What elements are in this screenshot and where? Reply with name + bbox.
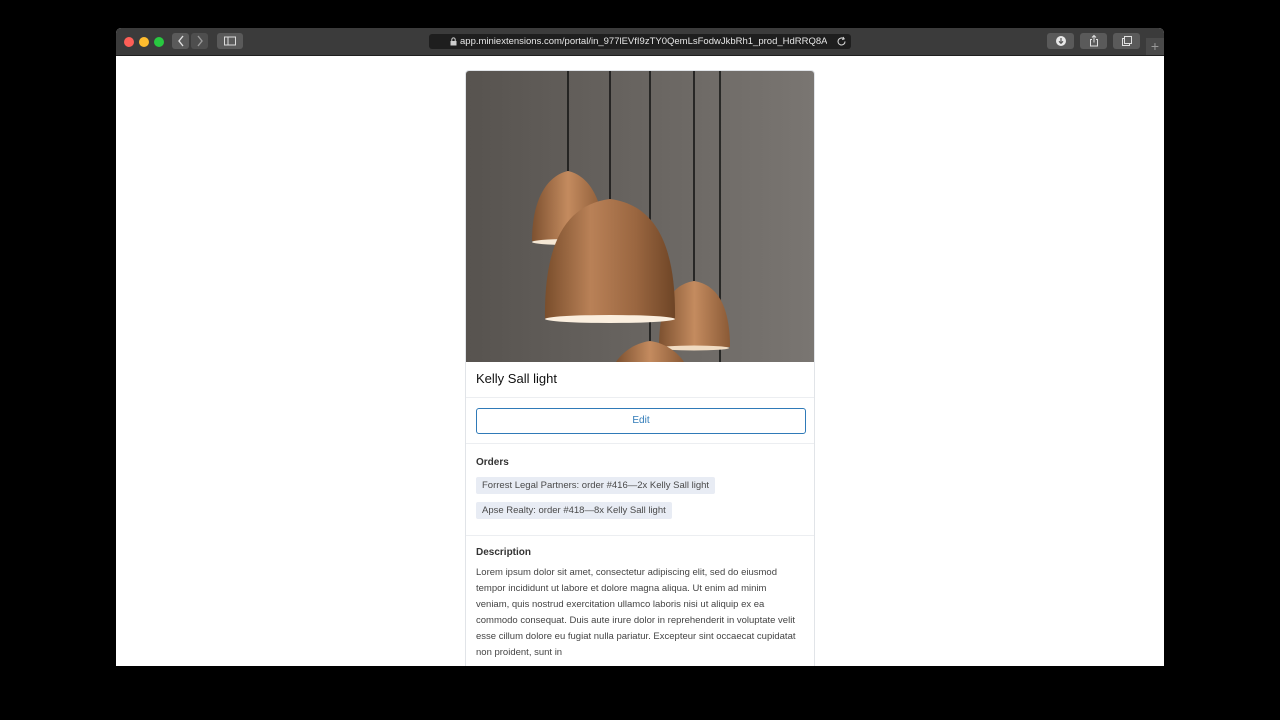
sidebar-icon — [224, 36, 236, 46]
minimize-window-button[interactable] — [139, 37, 149, 47]
back-button[interactable] — [172, 33, 189, 49]
download-icon — [1055, 36, 1066, 46]
record-title: Kelly Sall light — [476, 371, 557, 386]
browser-toolbar: app.miniextensions.com/portal/in_977lEVf… — [116, 28, 1164, 56]
browser-window: app.miniextensions.com/portal/in_977lEVf… — [116, 28, 1164, 666]
reload-icon[interactable] — [836, 36, 847, 47]
forward-button[interactable] — [191, 33, 208, 49]
tabs-icon — [1121, 36, 1132, 46]
chevron-right-icon — [196, 35, 203, 47]
record-title-row: Kelly Sall light — [466, 362, 814, 398]
address-bar[interactable]: app.miniextensions.com/portal/in_977lEVf… — [429, 34, 851, 49]
downloads-button[interactable] — [1047, 33, 1074, 49]
sidebar-toggle-button[interactable] — [217, 33, 243, 49]
chevron-left-icon — [177, 35, 184, 47]
tabs-overview-button[interactable] — [1113, 33, 1140, 49]
description-label: Description — [476, 547, 532, 558]
url-text: app.miniextensions.com/portal/in_977lEVf… — [460, 36, 827, 47]
zoom-window-button[interactable] — [154, 37, 164, 47]
share-button[interactable] — [1080, 33, 1107, 49]
order-chip[interactable]: Forrest Legal Partners: order #416—2x Ke… — [476, 477, 716, 494]
share-icon — [1089, 34, 1098, 47]
record-card: Kelly Sall light Edit Orders Forrest Leg… — [465, 70, 815, 666]
product-photo — [466, 71, 814, 362]
orders-section: Orders Forrest Legal Partners: order #41… — [466, 444, 814, 536]
description-section: Description Lorem ipsum dolor sit amet, … — [466, 536, 814, 666]
edit-row: Edit — [466, 398, 814, 444]
order-chip[interactable]: Apse Realty: order #418—8x Kelly Sall li… — [476, 502, 672, 519]
description-text: Lorem ipsum dolor sit amet, consectetur … — [476, 567, 796, 658]
orders-label: Orders — [476, 457, 509, 468]
page-content: Kelly Sall light Edit Orders Forrest Leg… — [116, 56, 1164, 666]
close-window-button[interactable] — [124, 37, 134, 47]
new-tab-button[interactable]: + — [1146, 38, 1164, 55]
lock-icon — [450, 37, 457, 46]
edit-button[interactable]: Edit — [476, 408, 806, 434]
